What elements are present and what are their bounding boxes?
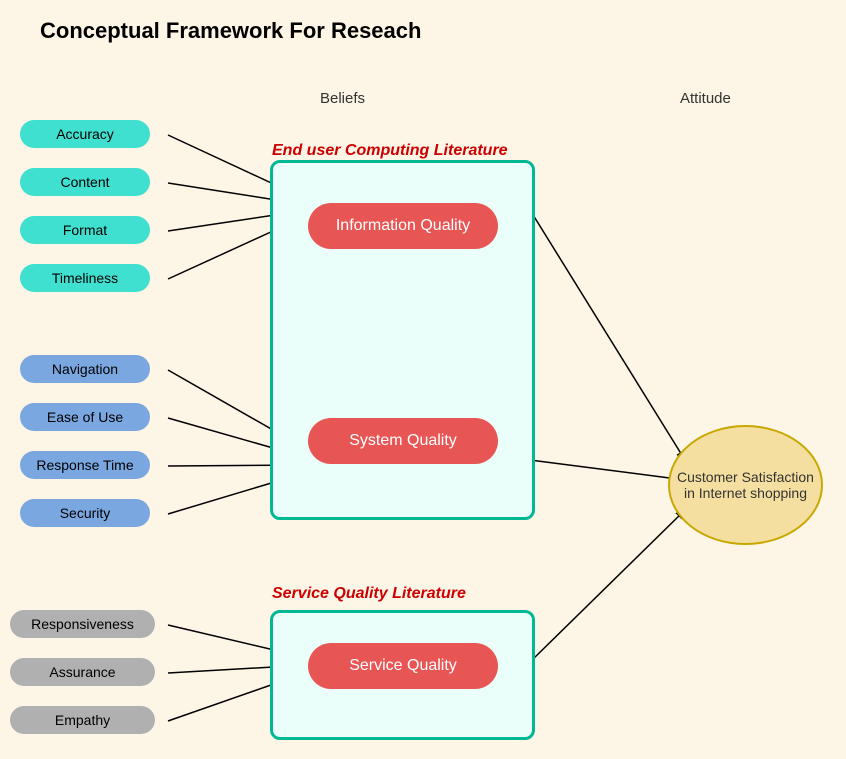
info-quality-pill: Information Quality [308, 203, 498, 249]
pill-responsiveness: Responsiveness [10, 610, 155, 638]
page-title: Conceptual Framework For Reseach [0, 0, 846, 44]
pill-timeliness: Timeliness [20, 264, 150, 292]
pill-empathy: Empathy [10, 706, 155, 734]
pill-format: Format [20, 216, 150, 244]
attitude-label: Attitude [680, 90, 731, 107]
service-quality-box: Service Quality [270, 610, 535, 740]
pill-ease-of-use: Ease of Use [20, 403, 150, 431]
service-quality-pill: Service Quality [308, 643, 498, 689]
pill-content: Content [20, 168, 150, 196]
customer-satisfaction-oval: Customer Satisfaction in Internet shoppi… [668, 425, 823, 545]
info-system-box: Information Quality System Quality [270, 160, 535, 520]
service-quality-label: Service Quality Literature [272, 585, 466, 603]
pill-security: Security [20, 499, 150, 527]
pill-response-time: Response Time [20, 451, 150, 479]
pill-navigation: Navigation [20, 355, 150, 383]
pill-assurance: Assurance [10, 658, 155, 686]
system-quality-pill: System Quality [308, 418, 498, 464]
end-user-label: End user Computing Literature [272, 142, 508, 160]
beliefs-label: Beliefs [320, 90, 365, 107]
pill-accuracy: Accuracy [20, 120, 150, 148]
